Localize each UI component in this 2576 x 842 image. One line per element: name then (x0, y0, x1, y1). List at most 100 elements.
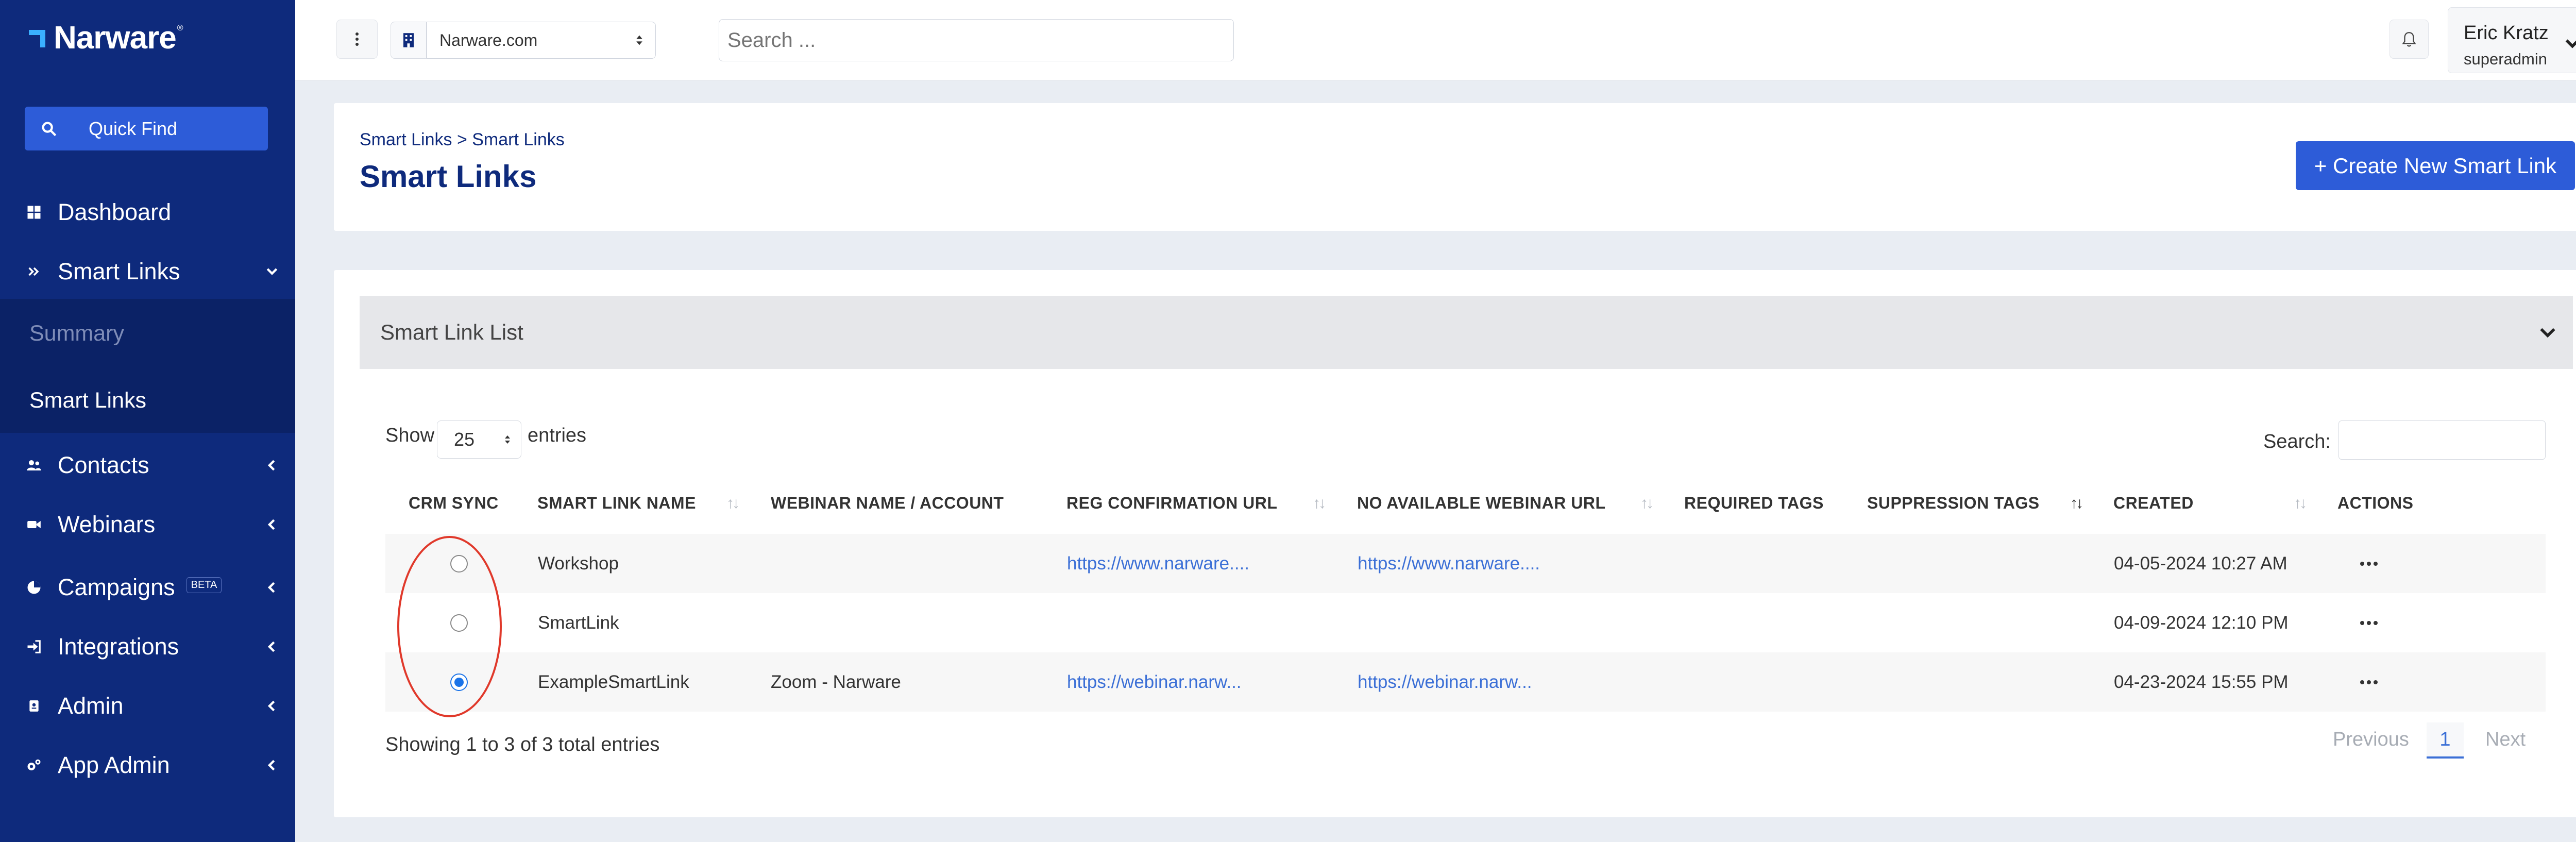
created-cell: 04-09-2024 12:10 PM (2114, 612, 2289, 633)
more-actions-icon[interactable] (2360, 620, 2378, 626)
sort-desc-icon[interactable]: ↑↓ (2070, 495, 2083, 512)
reg-confirmation-url-link[interactable]: https://www.narware.... (1067, 553, 1249, 574)
sidebar-item-label: Integrations (58, 633, 179, 660)
page-title: Smart Links (360, 159, 537, 194)
sort-icon[interactable]: ↑↓ (726, 495, 740, 512)
menu-button[interactable] (336, 20, 378, 59)
sidebar-subitem-smart-links[interactable]: Smart Links (29, 388, 146, 413)
site-select[interactable]: Narware.com (427, 22, 656, 59)
sidebar-item-smart-links[interactable]: Smart Links (0, 243, 295, 300)
sidebar-item-contacts[interactable]: Contacts (0, 437, 295, 494)
crm-sync-radio[interactable] (450, 554, 468, 572)
sidebar-item-webinars[interactable]: Webinars (0, 496, 295, 553)
global-search-input[interactable] (719, 19, 1234, 61)
user-role: superadmin (2464, 50, 2547, 68)
chevron-left-icon (267, 700, 275, 712)
column-header-crm-sync[interactable]: CRM SYNC (409, 494, 499, 513)
sort-icon[interactable]: ↑↓ (1313, 495, 1326, 512)
more-actions-icon[interactable] (2360, 561, 2378, 566)
kebab-menu-icon (355, 32, 359, 46)
chevron-left-icon (267, 519, 275, 530)
smart-links-submenu: Summary Smart Links (0, 299, 295, 433)
column-header-webinar-name[interactable]: WEBINAR NAME / ACCOUNT (771, 494, 1004, 513)
no-webinar-url-link[interactable]: https://webinar.narw... (1358, 672, 1532, 693)
page-header-card: Smart Links > Smart Links Smart Links + … (334, 103, 2576, 231)
sidebar-item-app-admin[interactable]: App Admin (0, 737, 295, 794)
double-chevron-icon (25, 262, 43, 281)
table-search-label: Search: (2263, 431, 2331, 452)
breadcrumb[interactable]: Smart Links > Smart Links (360, 130, 565, 150)
sort-caret-icon (636, 35, 642, 45)
sidebar-item-integrations[interactable]: Integrations (0, 618, 295, 675)
chevron-left-icon (267, 760, 275, 771)
building-icon (391, 22, 427, 59)
sidebar-item-campaigns[interactable]: Campaigns BETA (0, 559, 295, 616)
beta-badge: BETA (186, 577, 222, 593)
user-menu[interactable]: Eric Kratz superadmin (2448, 7, 2576, 73)
pagination-page-1[interactable]: 1 (2427, 722, 2464, 759)
column-header-suppression-tags[interactable]: SUPPRESSION TAGS (1867, 494, 2040, 513)
smart-link-list-panel-header[interactable]: Smart Link List (360, 296, 2573, 369)
search-icon (42, 122, 57, 136)
sidebar-item-label: Webinars (58, 511, 156, 537)
sidebar-item-label: Contacts (58, 452, 149, 478)
sidebar-item-label: Admin (58, 693, 124, 719)
entries-label: entries (528, 425, 587, 446)
top-header: Narware.com Eric Kratz superadmin (295, 0, 2576, 81)
notifications-button[interactable] (2389, 20, 2429, 59)
create-smart-link-button[interactable]: + Create New Smart Link (2296, 141, 2575, 190)
narware-logo-icon (29, 30, 45, 47)
table-row: Workshop https://www.narware.... https:/… (385, 534, 2546, 593)
table-info: Showing 1 to 3 of 3 total entries (385, 734, 660, 755)
column-header-actions: ACTIONS (2337, 494, 2414, 512)
chevron-left-icon (267, 641, 275, 652)
sign-in-icon (25, 637, 43, 656)
sidebar-item-label: Smart Links (58, 258, 180, 284)
chevron-down-icon (266, 268, 278, 275)
reg-confirmation-url-link[interactable]: https://webinar.narw... (1067, 672, 1242, 693)
id-badge-icon (25, 697, 43, 715)
smart-link-list-card: Smart Link List Show 25 entries Search: … (334, 270, 2576, 817)
chevron-left-icon (267, 582, 275, 593)
pagination-previous[interactable]: Previous (2333, 729, 2409, 751)
brand-logo[interactable]: Narware ® (25, 20, 183, 56)
smart-link-name-cell: Workshop (538, 553, 619, 574)
chart-icon (25, 578, 43, 597)
column-header-required-tags[interactable]: REQUIRED TAGS (1684, 494, 1824, 513)
sidebar-item-label: Campaigns (58, 574, 175, 600)
panel-title: Smart Link List (380, 320, 523, 344)
quick-find-button[interactable]: Quick Find (25, 107, 268, 150)
quick-find-label: Quick Find (89, 117, 178, 139)
sidebar-item-label: App Admin (58, 752, 170, 778)
column-header-created[interactable]: CREATED (2113, 494, 2194, 513)
crm-sync-radio[interactable] (450, 673, 468, 691)
sort-caret-icon (505, 435, 510, 444)
bell-icon (2402, 32, 2416, 47)
chevron-down-icon (2540, 328, 2555, 338)
dashboard-icon (25, 203, 43, 222)
user-name: Eric Kratz (2464, 22, 2549, 44)
sidebar: Narware ® Quick Find Dashboard Smart Lin… (0, 0, 295, 842)
sidebar-item-dashboard[interactable]: Dashboard (0, 184, 295, 241)
smart-link-name-cell: SmartLink (538, 612, 619, 633)
table-row: SmartLink 04-09-2024 12:10 PM (385, 593, 2546, 652)
sidebar-subitem-summary[interactable]: Summary (29, 321, 124, 346)
pagination-next[interactable]: Next (2485, 729, 2526, 751)
more-actions-icon[interactable] (2360, 680, 2378, 685)
column-header-no-available-webinar-url[interactable]: NO AVAILABLE WEBINAR URL (1357, 494, 1605, 513)
column-header-smart-link-name[interactable]: SMART LINK NAME (537, 494, 696, 513)
sidebar-item-label: Dashboard (58, 199, 172, 225)
created-cell: 04-05-2024 10:27 AM (2114, 553, 2287, 574)
column-header-reg-confirmation-url[interactable]: REG CONFIRMATION URL (1066, 494, 1277, 513)
sidebar-item-admin[interactable]: Admin (0, 678, 295, 734)
chevron-left-icon (267, 460, 275, 471)
crm-sync-radio[interactable] (450, 614, 468, 632)
sort-icon[interactable]: ↑↓ (2294, 495, 2307, 512)
show-label: Show (385, 425, 435, 446)
table-search-input[interactable] (2338, 420, 2546, 460)
site-select-value: Narware.com (439, 30, 538, 49)
created-cell: 04-23-2024 15:55 PM (2114, 671, 2289, 692)
no-webinar-url-link[interactable]: https://www.narware.... (1358, 553, 1540, 574)
page-length-select[interactable]: 25 (437, 420, 521, 459)
sort-icon[interactable]: ↑↓ (1640, 495, 1654, 512)
